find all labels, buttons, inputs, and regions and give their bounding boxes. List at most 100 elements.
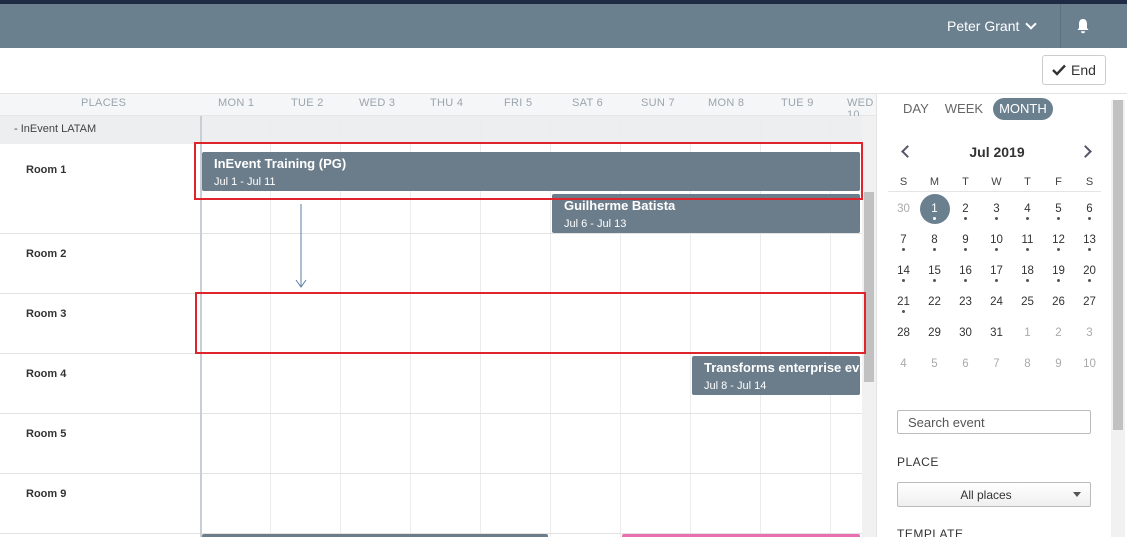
event-dates: Jul 6 - Jul 13 [564,218,627,230]
room-label: Room 4 [26,368,67,380]
calendar-day[interactable]: 12 [1043,225,1074,256]
annotation-box-target [195,292,866,354]
calendar-day[interactable]: 29 [919,318,950,349]
calendar-day[interactable]: 5 [919,349,950,380]
calendar-day[interactable]: 9 [1043,349,1074,380]
calendar-day[interactable]: 21 [888,287,919,318]
row-divider [0,233,862,234]
scrollbar-thumb[interactable] [1113,100,1123,430]
end-button[interactable]: End [1042,55,1106,85]
day-number: 30 [897,203,910,215]
calendar-day[interactable]: 16 [950,256,981,287]
event-dot-icon [1088,217,1091,220]
view-week[interactable]: WEEK [939,98,989,120]
calendar-day-selected[interactable]: 1 [919,194,950,225]
calendar-day[interactable]: 24 [981,287,1012,318]
event-dot-icon [902,310,905,313]
calendar-day[interactable]: 26 [1043,287,1074,318]
event-dot-icon [1057,217,1060,220]
event-dot-icon [1026,248,1029,251]
calendar-day[interactable]: 22 [919,287,950,318]
day-number: 8 [1024,358,1031,370]
day-header: MON 1 [218,97,255,109]
calendar-day[interactable]: 30 [950,318,981,349]
row-divider [0,473,862,474]
event-block[interactable]: Guilherme Batista Jul 6 - Jul 13 [552,194,860,233]
template-label: TEMPLATE [897,527,964,537]
calendar-day[interactable]: 2 [1043,318,1074,349]
mini-calendar-header: Jul 2019 [891,144,1103,162]
place-group-label: - InEvent LATAM [14,123,97,135]
calendar-day[interactable]: 23 [950,287,981,318]
calendar-day[interactable]: 25 [1012,287,1043,318]
panel-scrollbar[interactable] [1111,100,1125,537]
timeline-calendar: PLACES MON 1 TUE 2 WED 3 THU 4 FRI 5 SAT… [0,94,876,537]
calendar-day[interactable]: 15 [919,256,950,287]
end-button-label: End [1071,62,1096,78]
event-dot-icon [902,279,905,282]
calendar-day[interactable]: 31 [981,318,1012,349]
calendar-day[interactable]: 7 [888,225,919,256]
scrollbar-thumb[interactable] [864,192,874,382]
user-menu[interactable]: Peter Grant [947,18,1038,34]
calendar-day[interactable]: 6 [1074,194,1105,225]
day-number: 30 [959,327,972,339]
calendar-day[interactable]: 3 [981,194,1012,225]
day-header: SUN 7 [641,97,675,109]
day-number: 4 [900,358,907,370]
calendar-day[interactable]: 9 [950,225,981,256]
view-month[interactable]: MONTH [993,98,1053,120]
search-event-input[interactable] [897,410,1091,434]
event-block[interactable]: Transforms enterprise events Jul 8 - Jul… [692,356,860,395]
calendar-day[interactable]: 30 [888,194,919,225]
calendar-day[interactable]: 8 [919,225,950,256]
calendar-day[interactable]: 11 [1012,225,1043,256]
day-header: THU 4 [430,97,464,109]
room-label: Room 3 [26,308,67,320]
calendar-day[interactable]: 6 [950,349,981,380]
calendar-day[interactable]: 14 [888,256,919,287]
timeline-scrollbar[interactable] [862,116,876,537]
check-icon [1052,64,1066,76]
places-header-label: PLACES [81,97,127,109]
event-dot-icon [995,217,998,220]
day-number: 3 [1086,327,1093,339]
calendar-day[interactable]: 17 [981,256,1012,287]
calendar-day[interactable]: 3 [1074,318,1105,349]
day-number: 31 [990,327,1003,339]
event-dot-icon [995,248,998,251]
calendar-day[interactable]: 28 [888,318,919,349]
view-day[interactable]: DAY [897,98,935,120]
bell-icon[interactable] [1076,18,1090,34]
event-title: Transforms enterprise events [704,360,860,375]
calendar-day[interactable]: 13 [1074,225,1105,256]
day-number: 22 [928,296,941,308]
calendar-day[interactable]: 10 [1074,349,1105,380]
arrow-down-icon [295,204,307,288]
calendar-day[interactable]: 10 [981,225,1012,256]
calendar-day[interactable]: 20 [1074,256,1105,287]
calendar-day[interactable]: 18 [1012,256,1043,287]
place-select[interactable]: All places [897,482,1091,507]
calendar-day[interactable]: 19 [1043,256,1074,287]
weekday-label: S [1085,176,1094,188]
place-group-row[interactable]: - InEvent LATAM [0,116,876,144]
calendar-day[interactable]: 2 [950,194,981,225]
calendar-day[interactable]: 27 [1074,287,1105,318]
calendar-day[interactable]: 5 [1043,194,1074,225]
day-number: 10 [1083,358,1096,370]
event-dot-icon [1088,248,1091,251]
month-title: Jul 2019 [969,144,1025,160]
calendar-day[interactable]: 4 [1012,194,1043,225]
calendar-day[interactable]: 1 [1012,318,1043,349]
weekday-divider [888,191,1101,192]
calendar-day[interactable]: 7 [981,349,1012,380]
days-header: MON 1 TUE 2 WED 3 THU 4 FRI 5 SAT 6 SUN … [202,94,876,121]
calendar-day[interactable]: 8 [1012,349,1043,380]
calendar-day[interactable]: 4 [888,349,919,380]
app-header: Peter Grant [0,4,1127,48]
weekday-row: S M T W T F S [888,176,1105,188]
event-dot-icon [964,279,967,282]
event-block[interactable]: InEvent Training (PG) Jul 1 - Jul 11 [202,152,860,191]
place-label: PLACE [897,455,939,469]
